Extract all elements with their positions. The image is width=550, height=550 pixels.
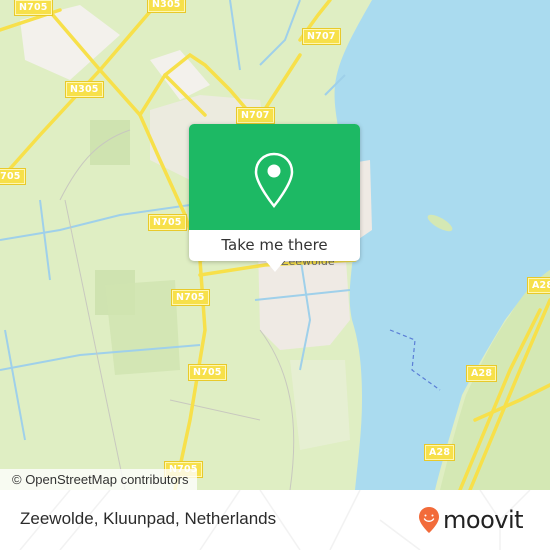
road-label-n705: N705: [149, 215, 186, 230]
brand-name: moovit: [443, 506, 524, 534]
location-popup[interactable]: Take me there: [189, 124, 360, 272]
road-label-n705: N705: [15, 0, 52, 15]
moovit-pin-icon: [419, 507, 439, 533]
road-label-n305: N305: [66, 82, 103, 97]
road-label-n707: N707: [237, 108, 274, 123]
road-label-a28: A28: [425, 445, 455, 460]
road-label-n707: N707: [303, 29, 340, 44]
road-label-a28: A28: [467, 366, 497, 381]
popup-pointer: [265, 260, 285, 272]
address-text: Zeewolde, Kluunpad, Netherlands: [20, 509, 277, 528]
footer: Zeewolde, Kluunpad, Netherlands moovit: [0, 490, 550, 550]
road-label-n305: N305: [148, 0, 185, 12]
road-label-n705: N705: [172, 290, 209, 305]
urban-northwest: [20, 5, 120, 80]
road-label-n705: N705: [0, 169, 25, 184]
road-label-a28: A28: [528, 278, 550, 293]
urban-north2: [150, 50, 210, 100]
map-attribution[interactable]: © OpenStreetMap contributors: [0, 469, 197, 490]
map-pin-icon: [254, 152, 294, 208]
popup-header: [189, 124, 360, 230]
map[interactable]: N705 N305 N707 N305 N707 N705 N705 N705 …: [0, 0, 550, 490]
field: [90, 120, 130, 165]
moovit-logo[interactable]: moovit: [418, 506, 524, 534]
road-label-n705: N705: [189, 365, 226, 380]
field-park: [105, 280, 180, 375]
urban-village: [290, 360, 350, 450]
take-me-there-button[interactable]: Take me there: [189, 230, 360, 261]
